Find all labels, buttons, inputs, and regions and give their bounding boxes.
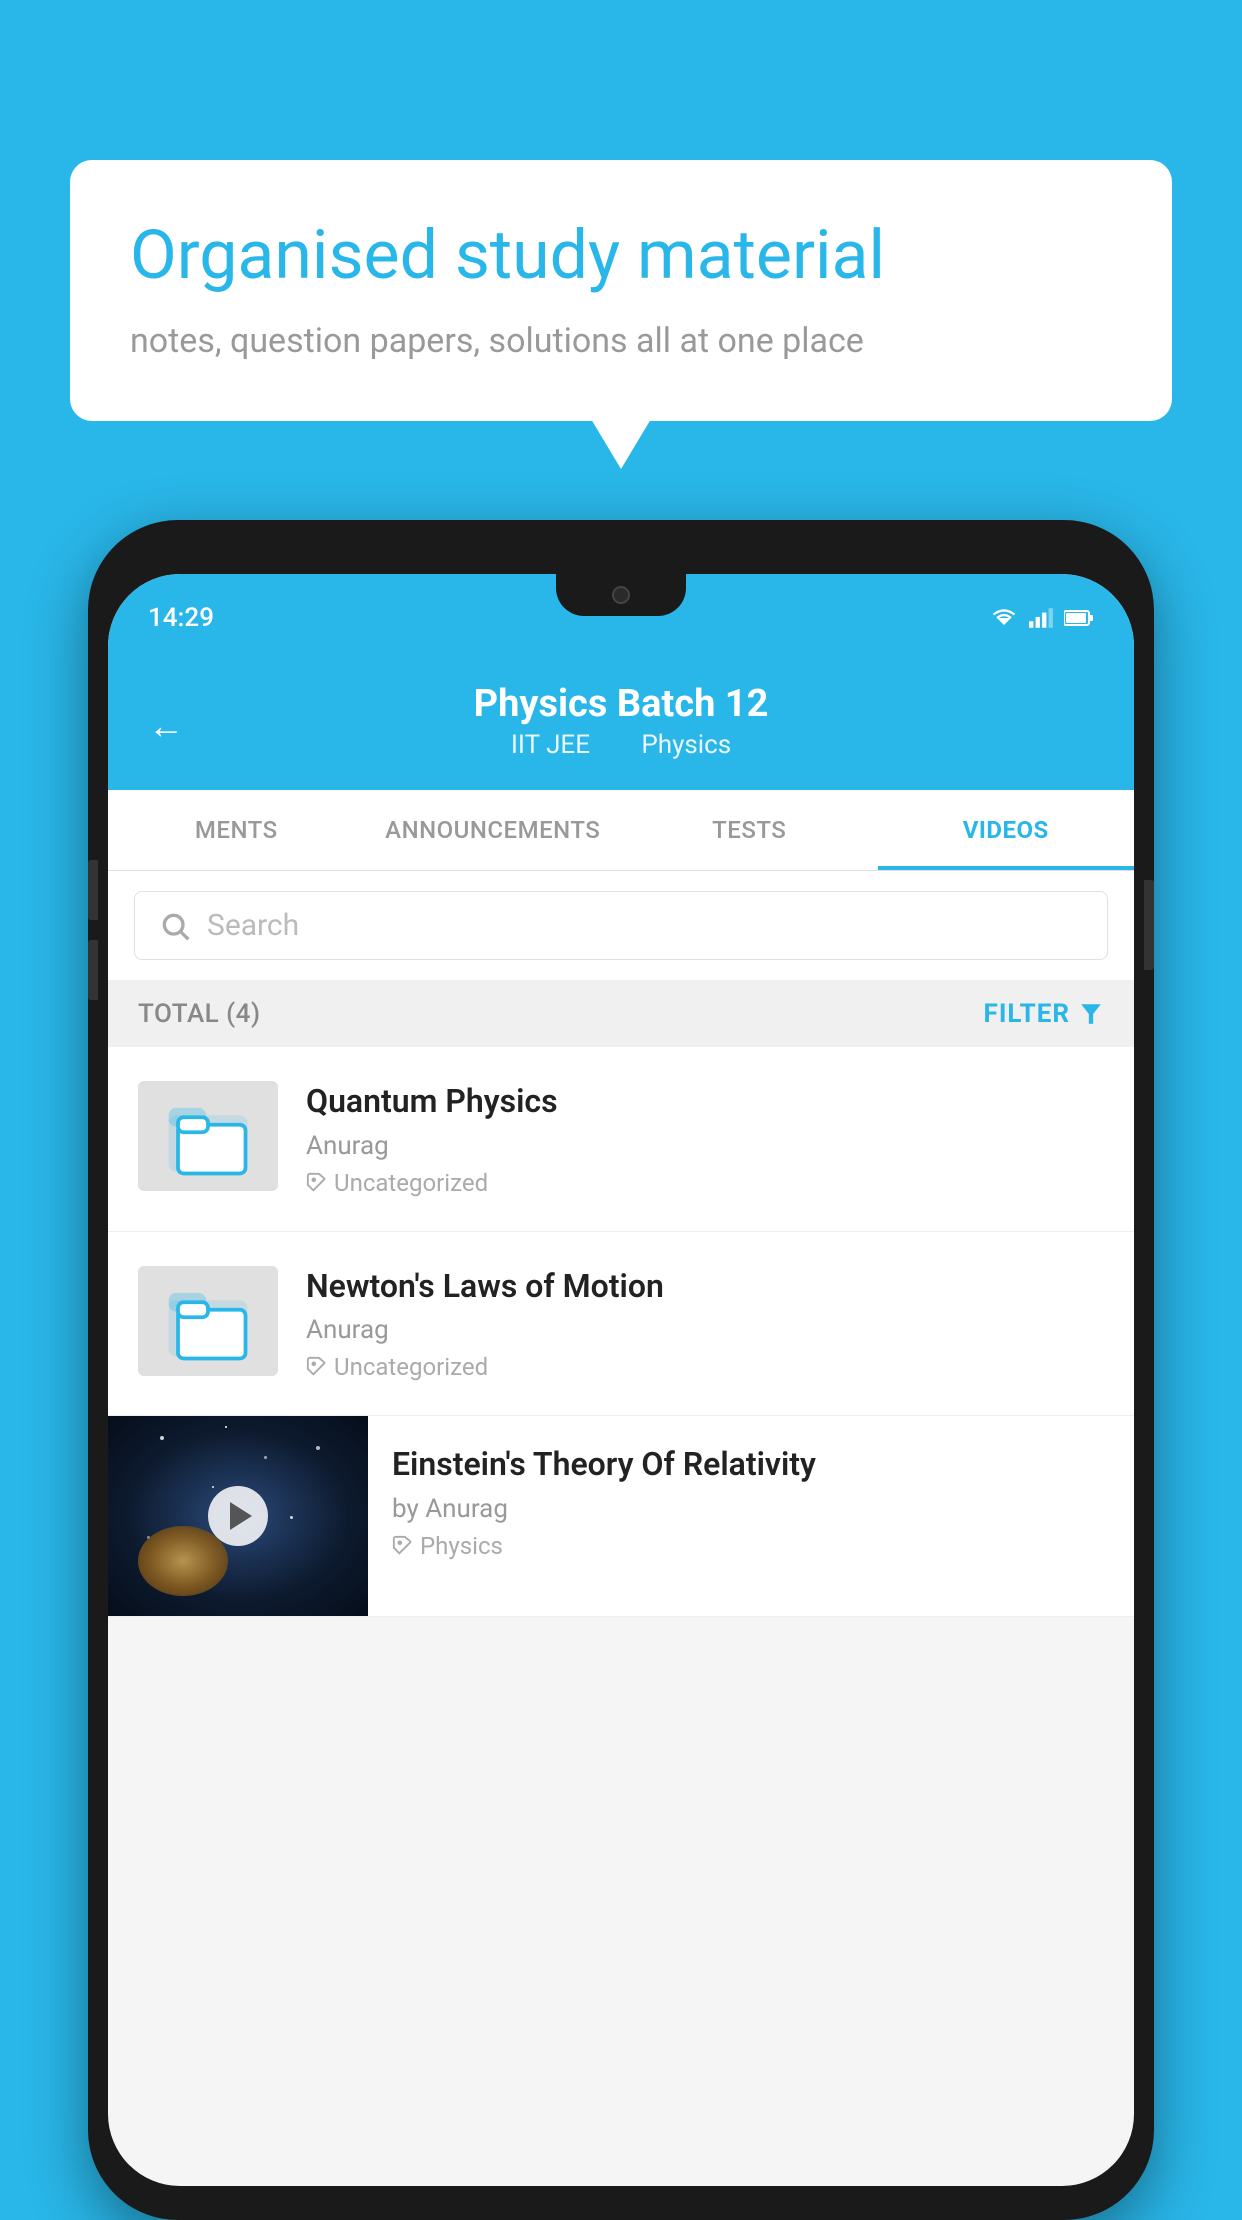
volume-up-button — [88, 860, 98, 920]
author-name-3: Anurag — [425, 1494, 508, 1524]
search-bar-container: Search — [108, 871, 1134, 981]
speech-bubble-section: Organised study material notes, question… — [70, 160, 1172, 421]
list-item[interactable]: Newton's Laws of Motion Anurag Uncategor… — [108, 1232, 1134, 1417]
bubble-title: Organised study material — [130, 215, 1112, 297]
list-item[interactable]: Einstein's Theory Of Relativity by Anura… — [108, 1416, 1134, 1617]
status-time: 14:29 — [148, 603, 214, 633]
power-button — [1144, 880, 1154, 970]
notch — [556, 574, 686, 616]
subtitle-physics: Physics — [641, 730, 731, 760]
video-author-3: by Anurag — [392, 1494, 1110, 1524]
bubble-subtitle: notes, question papers, solutions all at… — [130, 321, 1112, 361]
phone-screen: 14:29 — [108, 574, 1134, 2186]
subtitle-iitjee: IIT JEE — [511, 730, 590, 760]
tab-tests[interactable]: TESTS — [621, 790, 878, 870]
tag-icon — [392, 1535, 414, 1557]
video-info-2: Newton's Laws of Motion Anurag Uncategor… — [306, 1266, 1104, 1382]
wifi-icon — [990, 608, 1018, 628]
video-title-1: Quantum Physics — [306, 1081, 1104, 1123]
video-author-2: Anurag — [306, 1315, 1104, 1345]
video-thumbnail-2 — [138, 1266, 278, 1376]
video-author-1: Anurag — [306, 1131, 1104, 1161]
tag-text-3: Physics — [420, 1532, 503, 1560]
tag-icon — [306, 1356, 328, 1378]
back-button[interactable]: ← — [148, 705, 184, 747]
signal-icon — [1028, 608, 1054, 628]
tag-text-1: Uncategorized — [334, 1169, 488, 1197]
search-placeholder: Search — [207, 908, 299, 943]
video-thumbnail-3 — [108, 1416, 368, 1616]
battery-icon — [1064, 608, 1094, 628]
list-item[interactable]: Quantum Physics Anurag Uncategorized — [108, 1047, 1134, 1232]
video-info-1: Quantum Physics Anurag Uncategorized — [306, 1081, 1104, 1197]
video-list: Quantum Physics Anurag Uncategorized — [108, 1047, 1134, 1617]
video-tag-3: Physics — [392, 1532, 1110, 1560]
play-button[interactable] — [208, 1486, 268, 1546]
volume-down-button — [88, 940, 98, 1000]
video-tag-2: Uncategorized — [306, 1353, 1104, 1381]
batch-subtitle: IIT JEE Physics — [148, 730, 1094, 760]
phone-frame: 14:29 — [88, 520, 1154, 2220]
camera — [612, 586, 630, 604]
folder-icon — [163, 1091, 253, 1181]
tabs-bar: MENTS ANNOUNCEMENTS TESTS VIDEOS — [108, 790, 1134, 871]
video-tag-1: Uncategorized — [306, 1169, 1104, 1197]
video-info-3: Einstein's Theory Of Relativity by Anura… — [368, 1416, 1134, 1588]
filter-label: FILTER — [984, 999, 1070, 1029]
search-icon — [159, 910, 191, 942]
tab-announcements[interactable]: ANNOUNCEMENTS — [365, 790, 622, 870]
folder-icon — [163, 1276, 253, 1366]
tab-videos[interactable]: VIDEOS — [878, 790, 1135, 870]
speech-bubble: Organised study material notes, question… — [70, 160, 1172, 421]
tag-text-2: Uncategorized — [334, 1353, 488, 1381]
tag-icon — [306, 1172, 328, 1194]
video-title-2: Newton's Laws of Motion — [306, 1266, 1104, 1308]
status-bar: 14:29 — [108, 574, 1134, 662]
video-title-3: Einstein's Theory Of Relativity — [392, 1444, 1110, 1486]
author-prefix: by — [392, 1494, 419, 1524]
filter-funnel-icon — [1078, 1001, 1104, 1027]
search-bar[interactable]: Search — [134, 891, 1108, 960]
play-triangle-icon — [230, 1502, 252, 1530]
filter-button[interactable]: FILTER — [984, 999, 1104, 1029]
status-icons — [990, 608, 1094, 628]
filter-row: TOTAL (4) FILTER — [108, 981, 1134, 1047]
subtitle-separator — [612, 730, 625, 760]
app-header: ← Physics Batch 12 IIT JEE Physics — [108, 662, 1134, 790]
batch-title: Physics Batch 12 — [148, 682, 1094, 726]
video-thumbnail-1 — [138, 1081, 278, 1191]
total-count: TOTAL (4) — [138, 999, 261, 1029]
tab-ments[interactable]: MENTS — [108, 790, 365, 870]
